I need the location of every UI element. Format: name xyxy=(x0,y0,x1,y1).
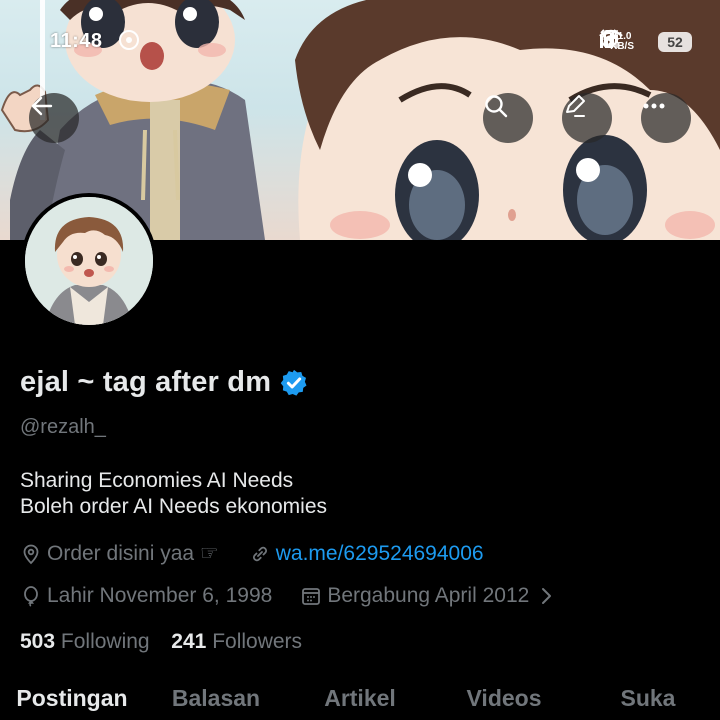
avatar-illustration xyxy=(25,197,153,325)
balloon-icon xyxy=(20,585,42,607)
status-bar: 11:48 11.0 KB/S 52 xyxy=(0,24,720,60)
tab-videos[interactable]: Videos xyxy=(432,680,576,720)
status-time: 11:48 xyxy=(50,30,103,52)
followers-stat[interactable]: 241 Followers xyxy=(171,630,302,653)
calendar-icon xyxy=(300,585,322,607)
following-stat[interactable]: 503 Following xyxy=(20,630,150,653)
profile-meta-row-2: Lahir November 6, 1998 Bergabung April 2… xyxy=(20,584,562,608)
profile-name-row: ejal ~ tag after dm xyxy=(20,366,309,399)
following-label: Following xyxy=(60,630,150,653)
profile-tabs: Postingan Balasan Artikel Videos Suka xyxy=(0,680,720,720)
website-link[interactable]: wa.me/629524694006 xyxy=(276,542,484,566)
bio-line: Boleh order AI Needs ekonomies xyxy=(20,495,328,518)
edit-button[interactable] xyxy=(562,93,612,143)
bio-line: Sharing Economies AI Needs xyxy=(20,469,294,492)
back-button[interactable] xyxy=(29,93,79,143)
search-button[interactable] xyxy=(483,93,533,143)
profile-meta-row-1: Order disini yaa ☞ wa.me/629524694006 xyxy=(20,541,484,566)
link-icon xyxy=(249,543,271,565)
following-count: 503 xyxy=(20,630,56,653)
chevron-right-icon[interactable] xyxy=(535,585,557,607)
joined-text: Bergabung April 2012 xyxy=(327,584,530,607)
birthday-text: Lahir November 6, 1998 xyxy=(47,584,273,607)
profile-handle: @rezalh_ xyxy=(20,416,106,438)
follow-stats: 503 Following 241 Followers xyxy=(20,630,302,654)
followers-count: 241 xyxy=(171,630,207,653)
app-notification-icon xyxy=(118,29,140,51)
tab-suka[interactable]: Suka xyxy=(576,680,720,720)
tab-artikel[interactable]: Artikel xyxy=(288,680,432,720)
more-options-button[interactable] xyxy=(641,93,691,143)
profile-bio: Sharing Economies AI Needs Boleh order A… xyxy=(20,468,327,520)
followers-label: Followers xyxy=(212,630,303,653)
battery-indicator: 52 xyxy=(658,32,692,52)
status-icons: 11.0 KB/S 52 xyxy=(598,28,692,56)
tab-postingan[interactable]: Postingan xyxy=(0,680,144,720)
location-text: Order disini yaa ☞ xyxy=(47,542,219,565)
verified-badge-icon[interactable] xyxy=(279,368,309,398)
display-name: ejal ~ tag after dm xyxy=(20,366,272,398)
tab-balasan[interactable]: Balasan xyxy=(144,680,288,720)
location-icon xyxy=(20,543,42,565)
profile-avatar[interactable] xyxy=(21,193,157,329)
